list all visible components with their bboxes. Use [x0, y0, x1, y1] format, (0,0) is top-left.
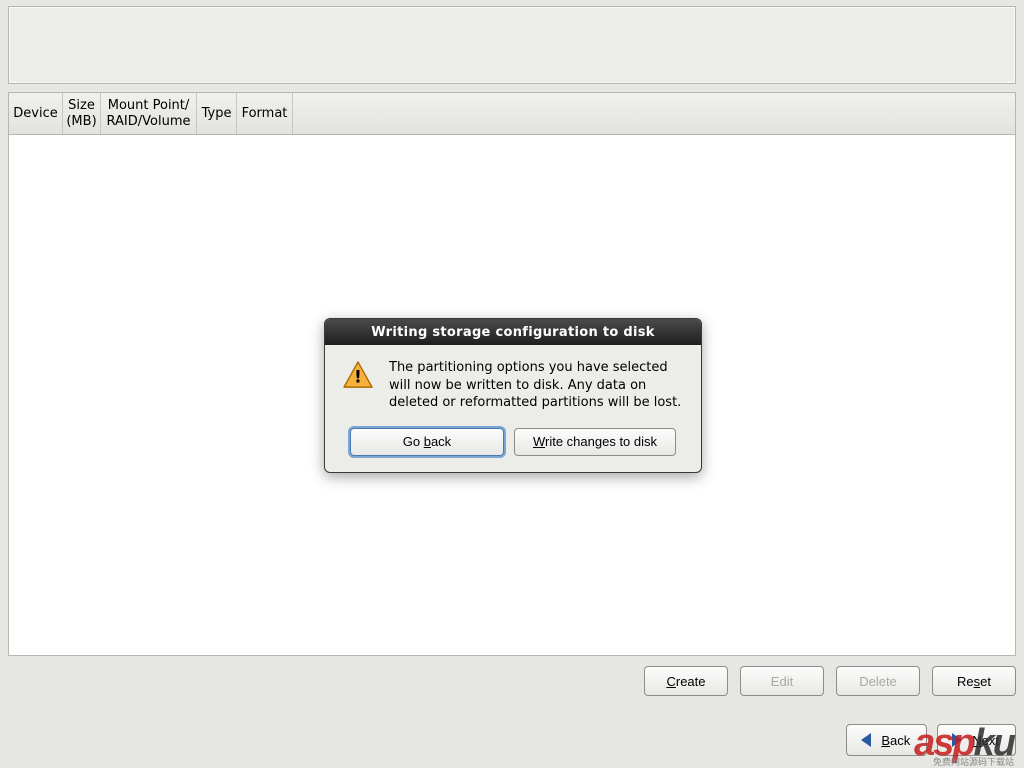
column-header-size[interactable]: Size (MB)	[63, 93, 101, 134]
arrow-right-icon	[948, 731, 966, 749]
partition-action-row: Create Edit Delete Reset	[8, 664, 1016, 698]
next-button[interactable]: Next	[937, 724, 1016, 756]
svg-text:!: !	[354, 366, 362, 386]
partition-table-header: Device Size (MB) Mount Point/ RAID/Volum…	[9, 93, 1015, 135]
warning-icon: !	[341, 359, 375, 412]
reset-button[interactable]: Reset	[932, 666, 1016, 696]
column-header-type[interactable]: Type	[197, 93, 237, 134]
dialog-title: Writing storage configuration to disk	[325, 319, 701, 345]
column-header-format[interactable]: Format	[237, 93, 293, 134]
create-button[interactable]: Create	[644, 666, 728, 696]
dialog-message: The partitioning options you have select…	[389, 359, 685, 412]
wizard-nav-row: Back Next	[8, 720, 1016, 760]
write-changes-button[interactable]: Write changes to disk	[514, 428, 676, 456]
dialog-button-row: Go back Write changes to disk	[325, 418, 701, 472]
arrow-left-icon	[857, 731, 875, 749]
edit-button[interactable]: Edit	[740, 666, 824, 696]
back-button[interactable]: Back	[846, 724, 927, 756]
column-header-device[interactable]: Device	[9, 93, 63, 134]
delete-button[interactable]: Delete	[836, 666, 920, 696]
column-header-mount[interactable]: Mount Point/ RAID/Volume	[101, 93, 197, 134]
dialog-body: ! The partitioning options you have sele…	[325, 345, 701, 418]
header-banner	[8, 6, 1016, 84]
write-storage-dialog: Writing storage configuration to disk ! …	[324, 318, 702, 473]
go-back-button[interactable]: Go back	[350, 428, 504, 456]
